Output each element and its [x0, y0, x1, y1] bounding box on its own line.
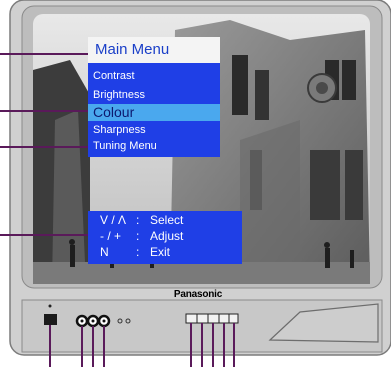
help-separator: : [136, 245, 140, 259]
help-separator: : [136, 229, 140, 243]
help-key: N [100, 245, 109, 259]
menu-item-sharpness[interactable]: Sharpness [93, 123, 146, 137]
menu-item-brightness[interactable]: Brightness [93, 88, 145, 102]
menu-item-colour[interactable]: Colour [88, 104, 220, 121]
key-help-panel: V / Λ : Select - / + : Adjust N : Exit [88, 211, 242, 264]
help-row-exit: N : Exit [88, 245, 242, 260]
help-key: V / Λ [100, 213, 127, 227]
help-key: - / + [100, 229, 122, 243]
help-row-adjust: - / + : Adjust [88, 229, 242, 244]
menu-item-tuning-menu[interactable]: Tuning Menu [93, 139, 157, 153]
power-indicator [48, 304, 52, 308]
main-menu: Contrast Brightness Colour Sharpness Tun… [88, 63, 220, 157]
front-control-buttons[interactable] [185, 313, 239, 324]
brand-logo: Panasonic [173, 289, 223, 300]
help-separator: : [136, 213, 140, 227]
menu-item-contrast[interactable]: Contrast [93, 69, 135, 83]
power-switch[interactable] [44, 314, 57, 325]
help-action: Adjust [150, 229, 184, 243]
help-row-select: V / Λ : Select [88, 213, 242, 228]
help-action: Exit [150, 245, 171, 259]
help-action: Select [150, 213, 184, 227]
main-menu-title: Main Menu [88, 37, 220, 63]
